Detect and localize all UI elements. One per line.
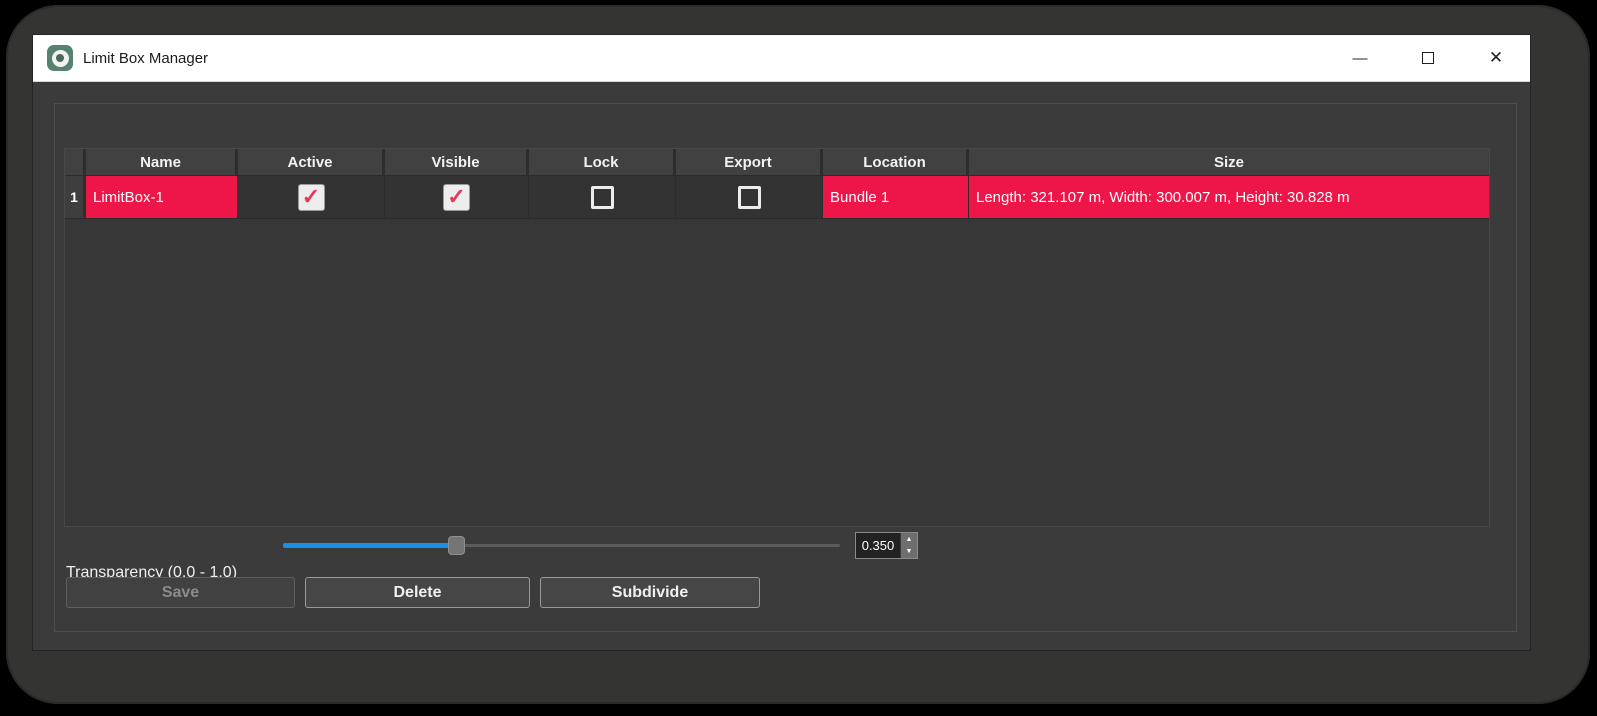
spin-down-icon: ▼ xyxy=(906,548,913,555)
transparency-slider[interactable] xyxy=(283,533,840,557)
table-row[interactable]: 1 LimitBox-1 ✓ ✓ ✓ ✓ xyxy=(65,176,1489,219)
delete-button[interactable]: Delete xyxy=(305,577,530,608)
row-index-cell[interactable]: 1 xyxy=(65,176,86,218)
location-cell[interactable]: Bundle 1 xyxy=(823,176,969,218)
app-icon xyxy=(47,45,73,71)
header-corner-cell xyxy=(65,149,86,175)
app-icon-ring xyxy=(52,50,69,67)
maximize-icon xyxy=(1422,52,1434,64)
check-icon: ✓ xyxy=(302,185,320,208)
active-checkbox[interactable]: ✓ xyxy=(298,184,325,211)
limit-box-table: Name Active Visible Lock Export Location… xyxy=(64,148,1490,527)
active-cell: ✓ xyxy=(238,176,385,218)
column-header-export[interactable]: Export xyxy=(676,149,823,175)
titlebar: Limit Box Manager — ✕ xyxy=(33,35,1530,82)
spin-up-button[interactable]: ▲ xyxy=(901,533,917,546)
spin-buttons: ▲ ▼ xyxy=(900,533,917,558)
column-header-lock[interactable]: Lock xyxy=(529,149,676,175)
column-header-active[interactable]: Active xyxy=(238,149,385,175)
name-cell[interactable]: LimitBox-1 xyxy=(86,176,238,218)
minimize-icon: — xyxy=(1353,50,1368,67)
visible-cell: ✓ xyxy=(385,176,529,218)
export-checkbox[interactable]: ✓ xyxy=(738,186,761,209)
close-icon: ✕ xyxy=(1489,48,1503,68)
column-header-name[interactable]: Name xyxy=(86,149,238,175)
window-title: Limit Box Manager xyxy=(83,50,208,67)
table-header-row: Name Active Visible Lock Export Location… xyxy=(65,149,1489,176)
lock-cell: ✓ xyxy=(529,176,676,218)
limit-box-manager-window: Limit Box Manager — ✕ Name Active Visibl… xyxy=(33,35,1530,650)
transparency-value[interactable]: 0.350 xyxy=(856,533,900,558)
transparency-spinbox[interactable]: 0.350 ▲ ▼ xyxy=(855,532,918,559)
spin-up-icon: ▲ xyxy=(906,536,913,543)
spin-down-button[interactable]: ▼ xyxy=(901,546,917,559)
lock-checkbox[interactable]: ✓ xyxy=(591,186,614,209)
export-cell: ✓ xyxy=(676,176,823,218)
column-header-size[interactable]: Size xyxy=(969,149,1489,175)
visible-checkbox[interactable]: ✓ xyxy=(443,184,470,211)
size-cell[interactable]: Length: 321.107 m, Width: 300.007 m, Hei… xyxy=(969,176,1489,218)
close-button[interactable]: ✕ xyxy=(1462,35,1530,81)
window-controls: — ✕ xyxy=(1326,35,1530,81)
column-header-visible[interactable]: Visible xyxy=(385,149,529,175)
save-button[interactable]: Save xyxy=(66,577,295,608)
check-icon: ✓ xyxy=(447,185,465,208)
maximize-button[interactable] xyxy=(1394,35,1462,81)
slider-filled-track xyxy=(283,543,456,548)
subdivide-button[interactable]: Subdivide xyxy=(540,577,760,608)
minimize-button[interactable]: — xyxy=(1326,35,1394,81)
column-header-location[interactable]: Location xyxy=(823,149,969,175)
slider-handle[interactable] xyxy=(448,536,465,555)
